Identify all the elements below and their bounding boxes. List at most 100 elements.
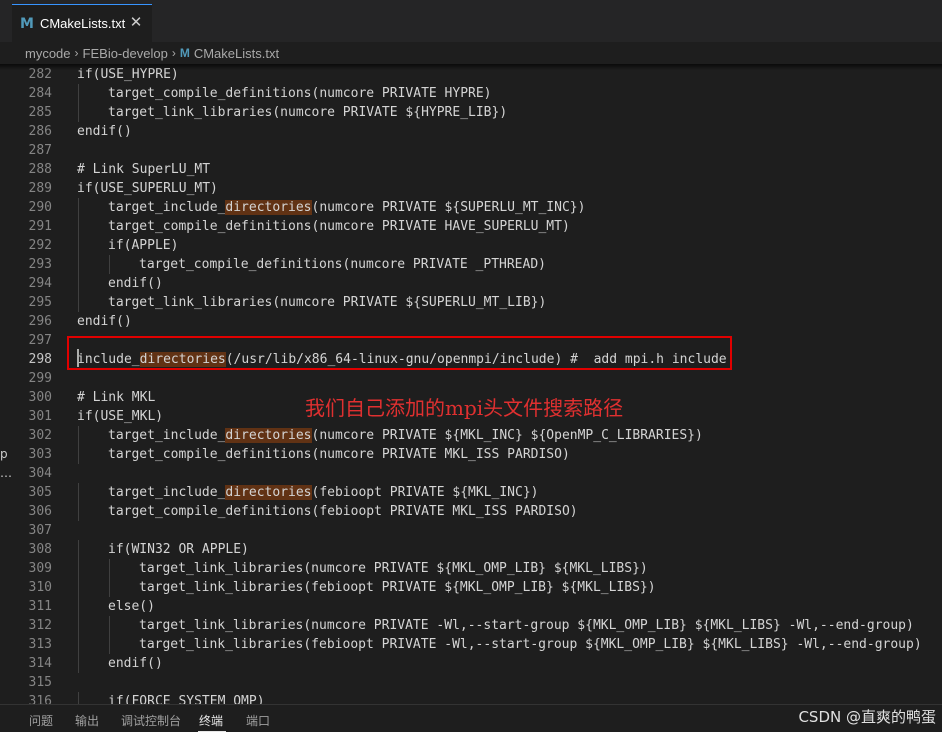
code-text: target_include_directories(febioopt PRIV…: [108, 483, 538, 502]
line-number: 285: [28, 105, 52, 120]
code-line: 316 if(FORCE_SYSTEM_OMP): [0, 692, 942, 704]
code-text: if(USE_SUPERLU_MT): [77, 179, 218, 198]
line-number: 303: [28, 447, 52, 462]
indent-guide: [78, 559, 79, 578]
code-text: target_compile_definitions(numcore PRIVA…: [139, 255, 546, 274]
code-line: 286 endif(): [0, 122, 942, 141]
code-line: 305 target_include_directories(febioopt P…: [0, 483, 942, 502]
code-token: (numcore PRIVATE ${SUPERLU_MT_INC}): [311, 200, 586, 215]
code-text: if(WIN32 OR APPLE): [108, 540, 249, 559]
left-fragment: p: [0, 447, 8, 461]
line-number: 298: [28, 352, 52, 367]
code-line: 308 if(WIN32 OR APPLE): [0, 540, 942, 559]
line-number: 316: [28, 694, 52, 704]
code-token: if(WIN32 OR APPLE): [108, 542, 249, 557]
code-text: target_link_libraries(numcore PRIVATE ${…: [108, 293, 546, 312]
line-number: 312: [28, 618, 52, 633]
code-token: target_link_libraries(febioopt PRIVATE $…: [139, 580, 656, 595]
code-line: 290 target_include_directories(numcore PR…: [0, 198, 942, 217]
indent-guide: [78, 255, 79, 274]
indent-guide: [109, 616, 110, 635]
indent-guide: [78, 578, 79, 597]
indent-guide: [78, 502, 79, 521]
code-text: target_link_libraries(febioopt PRIVATE $…: [139, 578, 656, 597]
close-icon[interactable]: ✕: [128, 14, 144, 30]
code-token: target_compile_definitions(numcore PRIVA…: [139, 257, 546, 272]
indent-guide: [78, 198, 79, 217]
line-number: 305: [28, 485, 52, 500]
code-text: # Link MKL: [77, 388, 155, 407]
indent-guide: [78, 540, 79, 559]
line-number: 287: [28, 143, 52, 158]
tab-cmakelists[interactable]: M CMakeLists.txt ✕: [12, 4, 152, 42]
indent-guide: [109, 635, 110, 654]
annotation-text: 我们自己添加的mpi头文件搜索路径: [305, 396, 624, 420]
line-number: 310: [28, 580, 52, 595]
line-number: 302: [28, 428, 52, 443]
code-line: 307: [0, 521, 942, 540]
breadcrumb-item-mycode[interactable]: mycode: [25, 46, 71, 61]
code-text: endif(): [77, 122, 132, 141]
code-line: 304: [0, 464, 942, 483]
code-line: 287: [0, 141, 942, 160]
code-token: target_include_: [108, 428, 226, 443]
line-number: 293: [28, 257, 52, 272]
code-token: target_link_libraries(numcore PRIVATE ${…: [139, 561, 648, 576]
code-line: 306 target_compile_definitions(febioopt P…: [0, 502, 942, 521]
search-match-highlight: directories: [225, 200, 312, 215]
tab-label: CMakeLists.txt: [39, 16, 126, 31]
line-number: 308: [28, 542, 52, 557]
indent-guide: [109, 578, 110, 597]
line-number: 314: [28, 656, 52, 671]
indent-guide: [109, 255, 110, 274]
tab-problems[interactable]: 问题: [29, 712, 53, 729]
code-text: if(APPLE): [108, 236, 178, 255]
line-number: 313: [28, 637, 52, 652]
indent-guide: [78, 597, 79, 616]
code-token: target_include_: [108, 200, 226, 215]
annotation-box: [67, 336, 732, 370]
line-number: 288: [28, 162, 52, 177]
code-line: 296 endif(): [0, 312, 942, 331]
tab-ports[interactable]: 端口: [246, 712, 270, 729]
breadcrumb-item-febio-develop[interactable]: FEBio-develop: [83, 46, 168, 61]
indent-guide: [78, 426, 79, 445]
code-line: 292 if(APPLE): [0, 236, 942, 255]
code-line: 315: [0, 673, 942, 692]
code-text: target_compile_definitions(numcore PRIVA…: [108, 217, 570, 236]
line-number: 291: [28, 219, 52, 234]
indent-guide: [78, 654, 79, 673]
code-text: if(FORCE_SYSTEM_OMP): [108, 692, 265, 704]
tab-debug-console[interactable]: 调试控制台: [121, 712, 181, 729]
breadcrumb-item-file[interactable]: CMakeLists.txt: [194, 46, 279, 61]
indent-guide: [78, 84, 79, 103]
code-line: 310 target_link_libraries(febioopt PRIVAT…: [0, 578, 942, 597]
code-line: 311 else(): [0, 597, 942, 616]
tab-output[interactable]: 输出: [75, 712, 99, 729]
code-token: (numcore PRIVATE ${MKL_INC} ${OpenMP_C_L…: [311, 428, 703, 443]
code-text: else(): [108, 597, 155, 616]
code-line: 291 target_compile_definitions(numcore PR…: [0, 217, 942, 236]
line-number: 309: [28, 561, 52, 576]
indent-guide: [78, 483, 79, 502]
editor-tab-bar: M CMakeLists.txt ✕: [0, 0, 942, 42]
tab-terminal[interactable]: 终端: [199, 712, 223, 729]
code-token: target_compile_definitions(numcore PRIVA…: [108, 86, 492, 101]
code-text: target_include_directories(numcore PRIVA…: [108, 198, 585, 217]
cmake-file-icon: M: [20, 15, 34, 32]
code-editor[interactable]: 282 if(USE_HYPRE) 284 target_compile_defini…: [0, 64, 942, 704]
indent-guide: [78, 692, 79, 704]
search-match-highlight: directories: [225, 428, 312, 443]
line-number: 290: [28, 200, 52, 215]
left-fragment: …: [0, 466, 12, 480]
code-text: endif(): [108, 274, 163, 293]
code-line: 289 if(USE_SUPERLU_MT): [0, 179, 942, 198]
line-number: 301: [28, 409, 52, 424]
code-token: endif(): [108, 276, 163, 291]
line-number: 292: [28, 238, 52, 253]
line-number: 296: [28, 314, 52, 329]
breadcrumb: mycode › FEBio-develop › M CMakeLists.tx…: [0, 42, 942, 64]
code-line: 295 target_link_libraries(numcore PRIVATE…: [0, 293, 942, 312]
code-token: target_link_libraries(numcore PRIVATE ${…: [108, 105, 508, 120]
code-token: endif(): [77, 124, 132, 139]
